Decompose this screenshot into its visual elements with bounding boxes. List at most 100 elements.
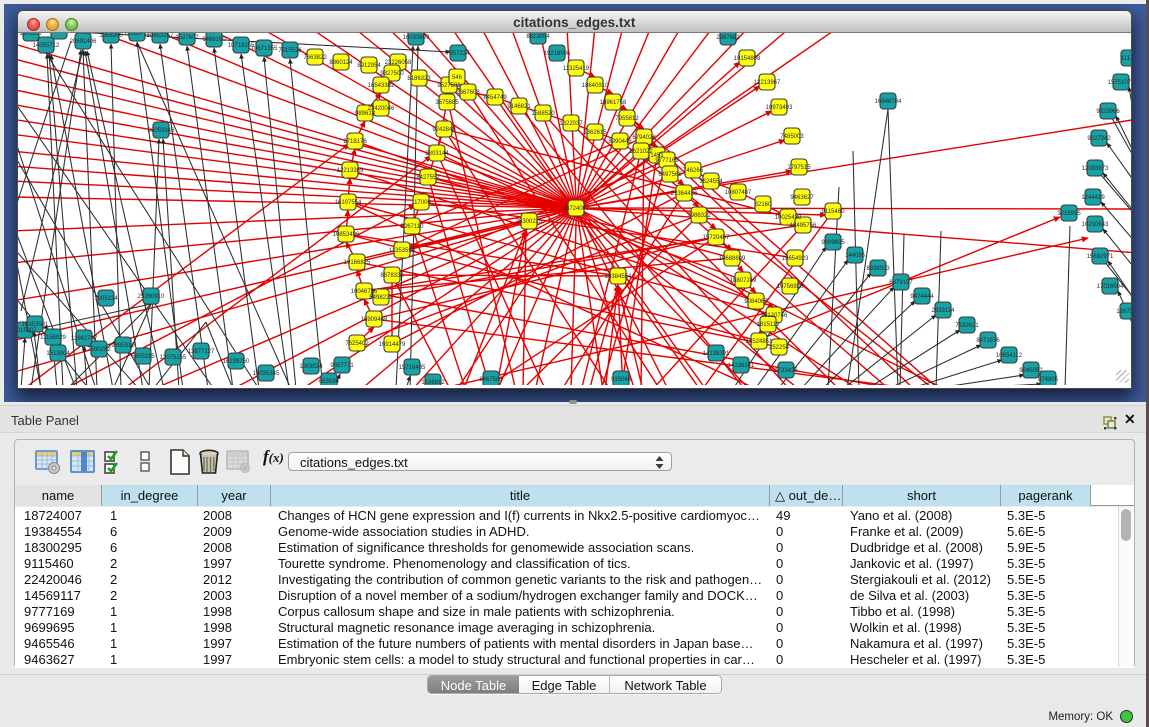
svg-text:10853257: 10853257 (146, 33, 173, 39)
svg-text:14055712: 14055712 (32, 43, 59, 49)
svg-text:1903534: 1903534 (299, 364, 323, 370)
svg-text:10654112: 10654112 (995, 353, 1022, 359)
svg-text:8878332: 8878332 (380, 273, 404, 279)
svg-text:5498222: 5498222 (369, 295, 393, 301)
svg-text:11325419: 11325419 (562, 66, 589, 72)
svg-text:10973493: 10973493 (765, 105, 792, 111)
svg-text:13495756: 13495756 (789, 223, 816, 229)
svg-text:14136141: 14136141 (727, 363, 754, 369)
svg-text:9474444: 9474444 (910, 294, 934, 300)
svg-text:874905: 874905 (1037, 377, 1058, 383)
svg-text:13877127: 13877127 (187, 349, 214, 355)
svg-text:1322037: 1322037 (559, 121, 583, 127)
svg-text:9242848: 9242848 (432, 127, 456, 133)
svg-text:16961758: 16961758 (599, 100, 626, 106)
svg-text:7957224: 7957224 (446, 51, 470, 57)
svg-text:1244419: 1244419 (1081, 195, 1105, 201)
svg-text:1588520: 1588520 (531, 111, 555, 117)
svg-text:3267110: 3267110 (400, 224, 424, 230)
svg-text:8467583: 8467583 (479, 377, 503, 383)
svg-text:1905134: 1905134 (94, 296, 118, 302)
svg-text:11156829: 11156829 (40, 335, 66, 341)
svg-text:16107554: 16107554 (334, 200, 361, 206)
svg-text:12093873: 12093873 (1081, 166, 1108, 172)
svg-text:16543382: 16543382 (367, 83, 394, 89)
svg-text:16033809: 16033809 (402, 35, 429, 41)
svg-text:25260910: 25260910 (137, 294, 164, 300)
svg-text:746266: 746266 (682, 168, 703, 174)
svg-text:1797515: 1797515 (787, 165, 811, 171)
svg-text:915048: 915048 (610, 377, 631, 383)
svg-text:19166825: 19166825 (343, 260, 370, 266)
svg-text:9146821: 9146821 (507, 104, 531, 110)
svg-text:15909469: 15909469 (360, 317, 387, 323)
svg-text:1527602: 1527602 (175, 35, 199, 41)
svg-text:7515526: 7515526 (278, 48, 302, 54)
svg-text:1958260: 1958260 (99, 33, 123, 39)
svg-text:2803144: 2803144 (425, 151, 449, 157)
svg-text:12075255: 12075255 (159, 355, 186, 361)
svg-text:11353594: 11353594 (388, 248, 415, 254)
svg-text:7632621: 7632621 (955, 323, 979, 329)
svg-text:9329966: 9329966 (1096, 109, 1120, 115)
svg-text:8813054: 8813054 (526, 34, 550, 40)
svg-text:10853496: 10853496 (332, 232, 359, 238)
svg-text:62160: 62160 (754, 202, 771, 208)
svg-text:7485003: 7485003 (780, 134, 804, 140)
svg-text:9227342: 9227342 (1087, 136, 1111, 142)
svg-text:1362615: 1362615 (583, 130, 607, 136)
svg-text:10671355: 10671355 (250, 46, 277, 52)
svg-text:2035721: 2035721 (47, 33, 71, 35)
svg-text:18724007: 18724007 (562, 206, 589, 212)
svg-text:7955812: 7955812 (615, 116, 639, 122)
svg-text:9245052: 9245052 (1019, 368, 1043, 374)
svg-text:9885310: 9885310 (111, 343, 135, 349)
svg-text:7625402: 7625402 (345, 341, 369, 347)
svg-text:1267533: 1267533 (1116, 309, 1131, 315)
svg-text:10154808: 10154808 (733, 56, 760, 62)
svg-text:9527508: 9527508 (437, 83, 461, 89)
svg-text:8471676: 8471676 (976, 338, 1000, 344)
svg-text:10688609: 10688609 (718, 256, 745, 262)
svg-text:9699695: 9699695 (821, 240, 845, 246)
svg-text:3624554: 3624554 (699, 179, 723, 185)
svg-text:1733426: 1733426 (774, 368, 798, 374)
svg-text:16120746: 16120746 (760, 313, 787, 319)
svg-text:14138391: 14138391 (702, 351, 729, 357)
svg-text:5905315: 5905315 (131, 354, 155, 360)
svg-text:8990448: 8990448 (608, 139, 632, 145)
svg-text:15720407: 15720407 (702, 235, 729, 241)
svg-text:12213967: 12213967 (753, 80, 780, 86)
svg-text:6497568: 6497568 (658, 172, 682, 178)
svg-text:15716485: 15716485 (398, 365, 425, 371)
svg-text:6879197: 6879197 (889, 280, 913, 286)
svg-text:20691406: 20691406 (69, 39, 96, 45)
svg-text:8427552: 8427552 (416, 175, 440, 181)
svg-text:9115460: 9115460 (821, 209, 845, 215)
svg-text:18640910: 18640910 (581, 83, 608, 89)
svg-text:19654923: 19654923 (781, 256, 808, 262)
svg-text:7986322: 7986322 (687, 213, 711, 219)
svg-text:546: 546 (451, 75, 462, 81)
svg-text:2933114: 2933114 (931, 308, 955, 314)
svg-text:9084067: 9084067 (744, 299, 768, 305)
svg-text:10210643: 10210643 (1081, 222, 1108, 228)
svg-text:12213369: 12213369 (336, 168, 363, 174)
svg-text:2367608: 2367608 (456, 90, 480, 96)
svg-text:7663822: 7663822 (303, 55, 327, 61)
svg-text:653594: 653594 (318, 379, 339, 385)
svg-text:117006: 117006 (411, 200, 431, 206)
svg-text:16239250: 16239250 (222, 359, 249, 365)
svg-text:3215955: 3215955 (1057, 211, 1081, 217)
svg-text:10807487: 10807487 (724, 190, 751, 196)
svg-text:9463627: 9463627 (790, 195, 814, 201)
svg-text:989618: 989618 (354, 111, 375, 117)
svg-text:1513904: 1513904 (46, 351, 70, 357)
svg-text:9777169: 9777169 (655, 158, 679, 164)
svg-text:3915907: 3915907 (18, 328, 37, 334)
svg-text:21364436: 21364436 (670, 191, 697, 197)
svg-text:9657771: 9657771 (330, 363, 354, 369)
svg-text:19384554: 19384554 (604, 274, 631, 280)
svg-text:15692971: 15692971 (1086, 254, 1113, 260)
svg-text:15751074: 15751074 (1107, 80, 1131, 86)
